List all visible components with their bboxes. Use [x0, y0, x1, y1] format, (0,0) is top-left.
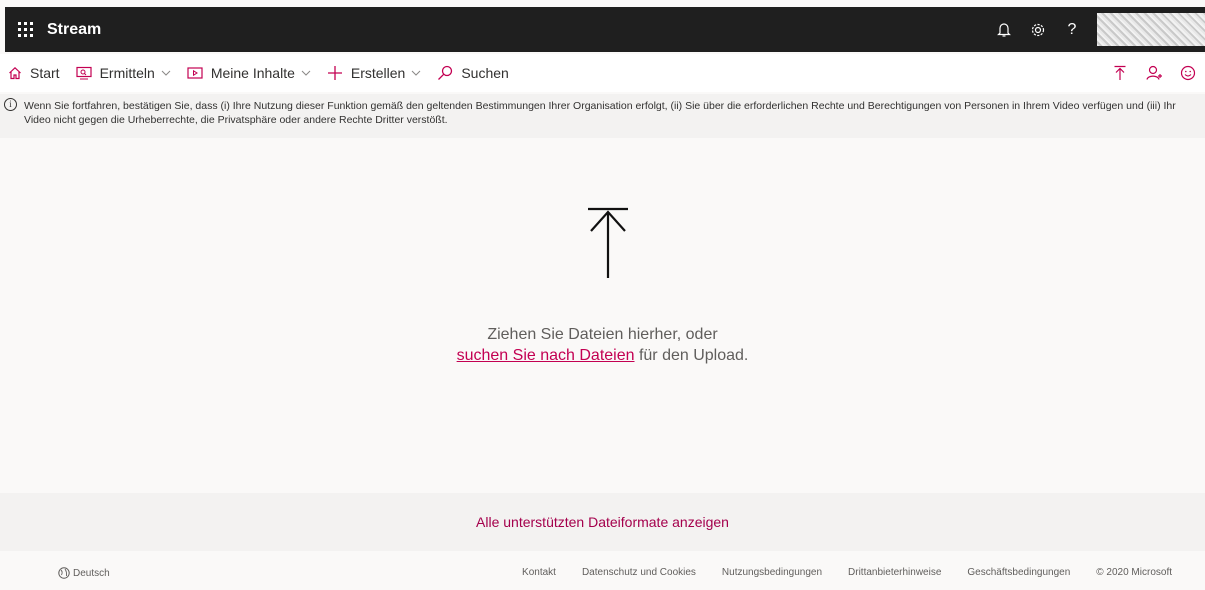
dropzone-line2-rest: für den Upload. — [634, 347, 749, 364]
gear-icon[interactable] — [1021, 7, 1055, 52]
help-icon[interactable]: ? — [1055, 7, 1089, 52]
footer-link-terms-of-use[interactable]: Nutzungsbedingungen — [722, 567, 822, 578]
video-icon — [187, 66, 203, 80]
dropzone-line2: suchen Sie nach Dateien für den Upload. — [0, 345, 1205, 366]
nav-discover-label: Ermitteln — [99, 65, 155, 81]
language-label: Deutsch — [73, 567, 110, 579]
search-icon — [437, 65, 453, 81]
bell-icon[interactable] — [987, 7, 1021, 52]
upload-dropzone[interactable]: Ziehen Sie Dateien hierher, oder suchen … — [0, 138, 1205, 493]
nav-my-content-label: Meine Inhalte — [210, 65, 295, 81]
footer-link-business-terms[interactable]: Geschäftsbedingungen — [967, 567, 1070, 578]
globe-icon — [58, 567, 70, 579]
waffle-icon[interactable] — [5, 7, 45, 52]
nav-my-content[interactable]: Meine Inhalte — [179, 54, 319, 92]
supported-formats-link[interactable]: Alle unterstützten Dateiformate anzeigen — [476, 514, 729, 530]
footer-link-contact[interactable]: Kontakt — [522, 567, 556, 578]
command-bar: Start Ermitteln Meine Inhalte Erstellen … — [0, 54, 1205, 92]
dropzone-instructions: Ziehen Sie Dateien hierher, oder suchen … — [0, 324, 1205, 366]
chevron-down-icon — [161, 70, 171, 76]
nav-start[interactable]: Start — [0, 54, 68, 92]
info-icon: i — [4, 98, 17, 111]
app-title[interactable]: Stream — [47, 21, 101, 39]
nav-discover[interactable]: Ermitteln — [68, 54, 179, 92]
footer-link-privacy[interactable]: Datenschutz und Cookies — [582, 567, 696, 578]
supported-formats-bar: Alle unterstützten Dateiformate anzeigen — [0, 493, 1205, 551]
nav-start-label: Start — [30, 65, 60, 81]
notice-text: Wenn Sie fortfahren, bestätigen Sie, das… — [24, 100, 1176, 126]
plus-icon — [327, 65, 343, 81]
browse-files-link[interactable]: suchen Sie nach Dateien — [457, 347, 635, 364]
home-icon — [8, 66, 22, 80]
language-selector[interactable]: Deutsch — [58, 567, 110, 579]
footer-links: Kontakt Datenschutz und Cookies Nutzungs… — [496, 567, 1172, 578]
discover-icon — [75, 66, 92, 80]
avatar[interactable] — [1097, 13, 1205, 46]
nav-create-label: Erstellen — [350, 65, 406, 81]
nav-search-label: Suchen — [461, 65, 509, 81]
add-person-icon[interactable] — [1137, 65, 1171, 81]
footer-copyright: © 2020 Microsoft — [1096, 567, 1172, 578]
nav-create[interactable]: Erstellen — [319, 54, 429, 92]
smiley-icon[interactable] — [1171, 65, 1205, 81]
footer-link-third-party[interactable]: Drittanbieterhinweise — [848, 567, 941, 578]
top-bar: Stream ? — [5, 7, 1205, 52]
footer: Deutsch Kontakt Datenschutz und Cookies … — [0, 551, 1205, 590]
top-bar-actions: ? — [987, 7, 1205, 52]
upload-arrow-icon — [588, 207, 628, 278]
command-bar-actions — [1103, 54, 1205, 92]
chevron-down-icon — [411, 70, 421, 76]
nav-search[interactable]: Suchen — [429, 54, 516, 92]
chevron-down-icon — [301, 70, 311, 76]
upload-icon[interactable] — [1103, 65, 1137, 81]
dropzone-line1: Ziehen Sie Dateien hierher, oder — [487, 326, 718, 343]
consent-notice: i Wenn Sie fortfahren, bestätigen Sie, d… — [0, 94, 1205, 138]
